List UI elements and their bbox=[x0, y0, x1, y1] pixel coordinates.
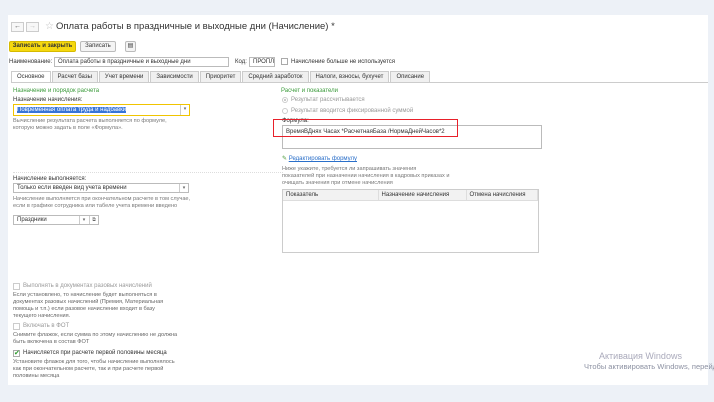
section-title-calc: Расчет и показатели bbox=[281, 88, 339, 94]
first-half-hint: Установите флажок для того, чтобы начисл… bbox=[13, 359, 175, 379]
formula-highlight bbox=[273, 119, 458, 137]
performed-select[interactable]: Только если введен вид учета времени ▾ bbox=[13, 183, 189, 193]
edit-formula-link[interactable]: ✎ Редактировать формулу bbox=[282, 155, 357, 162]
one-time-checkbox[interactable] bbox=[13, 283, 20, 290]
time-type-value: Праздники bbox=[17, 217, 47, 223]
chevron-down-icon[interactable]: ▾ bbox=[79, 216, 88, 224]
document-icon[interactable]: ▤ bbox=[125, 41, 136, 52]
code-input[interactable]: ПРОПЛ bbox=[249, 57, 275, 67]
one-time-hint: Если установлено, то начисление будет вы… bbox=[13, 292, 164, 319]
page-title: Оплата работы в праздничные и выходные д… bbox=[56, 21, 335, 32]
column-indicator[interactable]: Показатель bbox=[283, 190, 379, 201]
performed-value: Только если введен вид учета времени bbox=[17, 185, 127, 191]
fot-label: Включать в ФОТ bbox=[23, 323, 70, 329]
purpose-hint: Вычисление результата расчета выполняетс… bbox=[13, 118, 167, 131]
indicators-hint: Ниже укажите, требуется ли запрашивать з… bbox=[282, 166, 450, 186]
form-window: ← → ☆ Оплата работы в праздничные и выхо… bbox=[8, 15, 708, 385]
section-title-purpose: Назначение и порядок расчета bbox=[13, 88, 100, 94]
forward-button[interactable]: → bbox=[26, 22, 39, 32]
column-cancel[interactable]: Отмена начисления bbox=[466, 190, 538, 201]
radio-fixed-label: Результат вводится фиксированной суммой bbox=[291, 108, 414, 114]
first-half-label: Начисляется при расчете первой половины … bbox=[23, 350, 167, 356]
watermark-title: Активация Windows bbox=[599, 351, 682, 361]
code-label: Код: bbox=[235, 59, 247, 65]
chevron-down-icon[interactable]: ▾ bbox=[179, 184, 188, 192]
indicators-table[interactable]: Показатель Назначение начисления Отмена … bbox=[282, 189, 539, 253]
fot-hint: Снимите флажок, если сумма по этому начи… bbox=[13, 332, 178, 345]
unused-label: Начисление больше не используется bbox=[291, 59, 396, 65]
save-close-button[interactable]: Записать и закрыть bbox=[9, 41, 76, 52]
watermark-subtitle: Чтобы активировать Windows, перейд bbox=[584, 362, 714, 371]
performed-label: Начисление выполняется: bbox=[13, 176, 87, 182]
purpose-value: Повременная оплата труда и надбавки bbox=[17, 107, 127, 113]
radio-calculated[interactable] bbox=[282, 97, 288, 103]
fot-checkbox[interactable] bbox=[13, 323, 20, 330]
radio-calculated-label: Результат рассчитывается bbox=[291, 97, 365, 103]
divider bbox=[13, 172, 283, 173]
chevron-down-icon[interactable]: ▾ bbox=[180, 105, 189, 115]
unused-checkbox[interactable] bbox=[281, 58, 288, 65]
favorite-star-icon[interactable]: ☆ bbox=[45, 21, 54, 32]
one-time-label: Выполнять в документах разовых начислени… bbox=[23, 283, 152, 289]
pencil-icon: ✎ bbox=[282, 156, 288, 162]
radio-fixed[interactable] bbox=[282, 108, 288, 114]
first-half-checkbox[interactable]: ✔ bbox=[13, 350, 20, 357]
name-input[interactable]: Оплата работы в праздничные и выходные д… bbox=[54, 57, 229, 67]
time-type-select[interactable]: Праздники ▾ ⧉ bbox=[13, 215, 99, 225]
tab-divider bbox=[11, 82, 708, 83]
open-link-icon[interactable]: ⧉ bbox=[89, 216, 98, 224]
save-button[interactable]: Записать bbox=[80, 41, 116, 52]
purpose-label: Назначение начисления: bbox=[13, 97, 83, 103]
purpose-select[interactable]: Повременная оплата труда и надбавки ▾ bbox=[13, 104, 190, 116]
back-button[interactable]: ← bbox=[11, 22, 24, 32]
column-assignment[interactable]: Назначение начисления bbox=[378, 190, 467, 201]
name-label: Наименование: bbox=[9, 59, 53, 65]
performed-hint: Начисление выполняется при окончательном… bbox=[13, 196, 191, 209]
